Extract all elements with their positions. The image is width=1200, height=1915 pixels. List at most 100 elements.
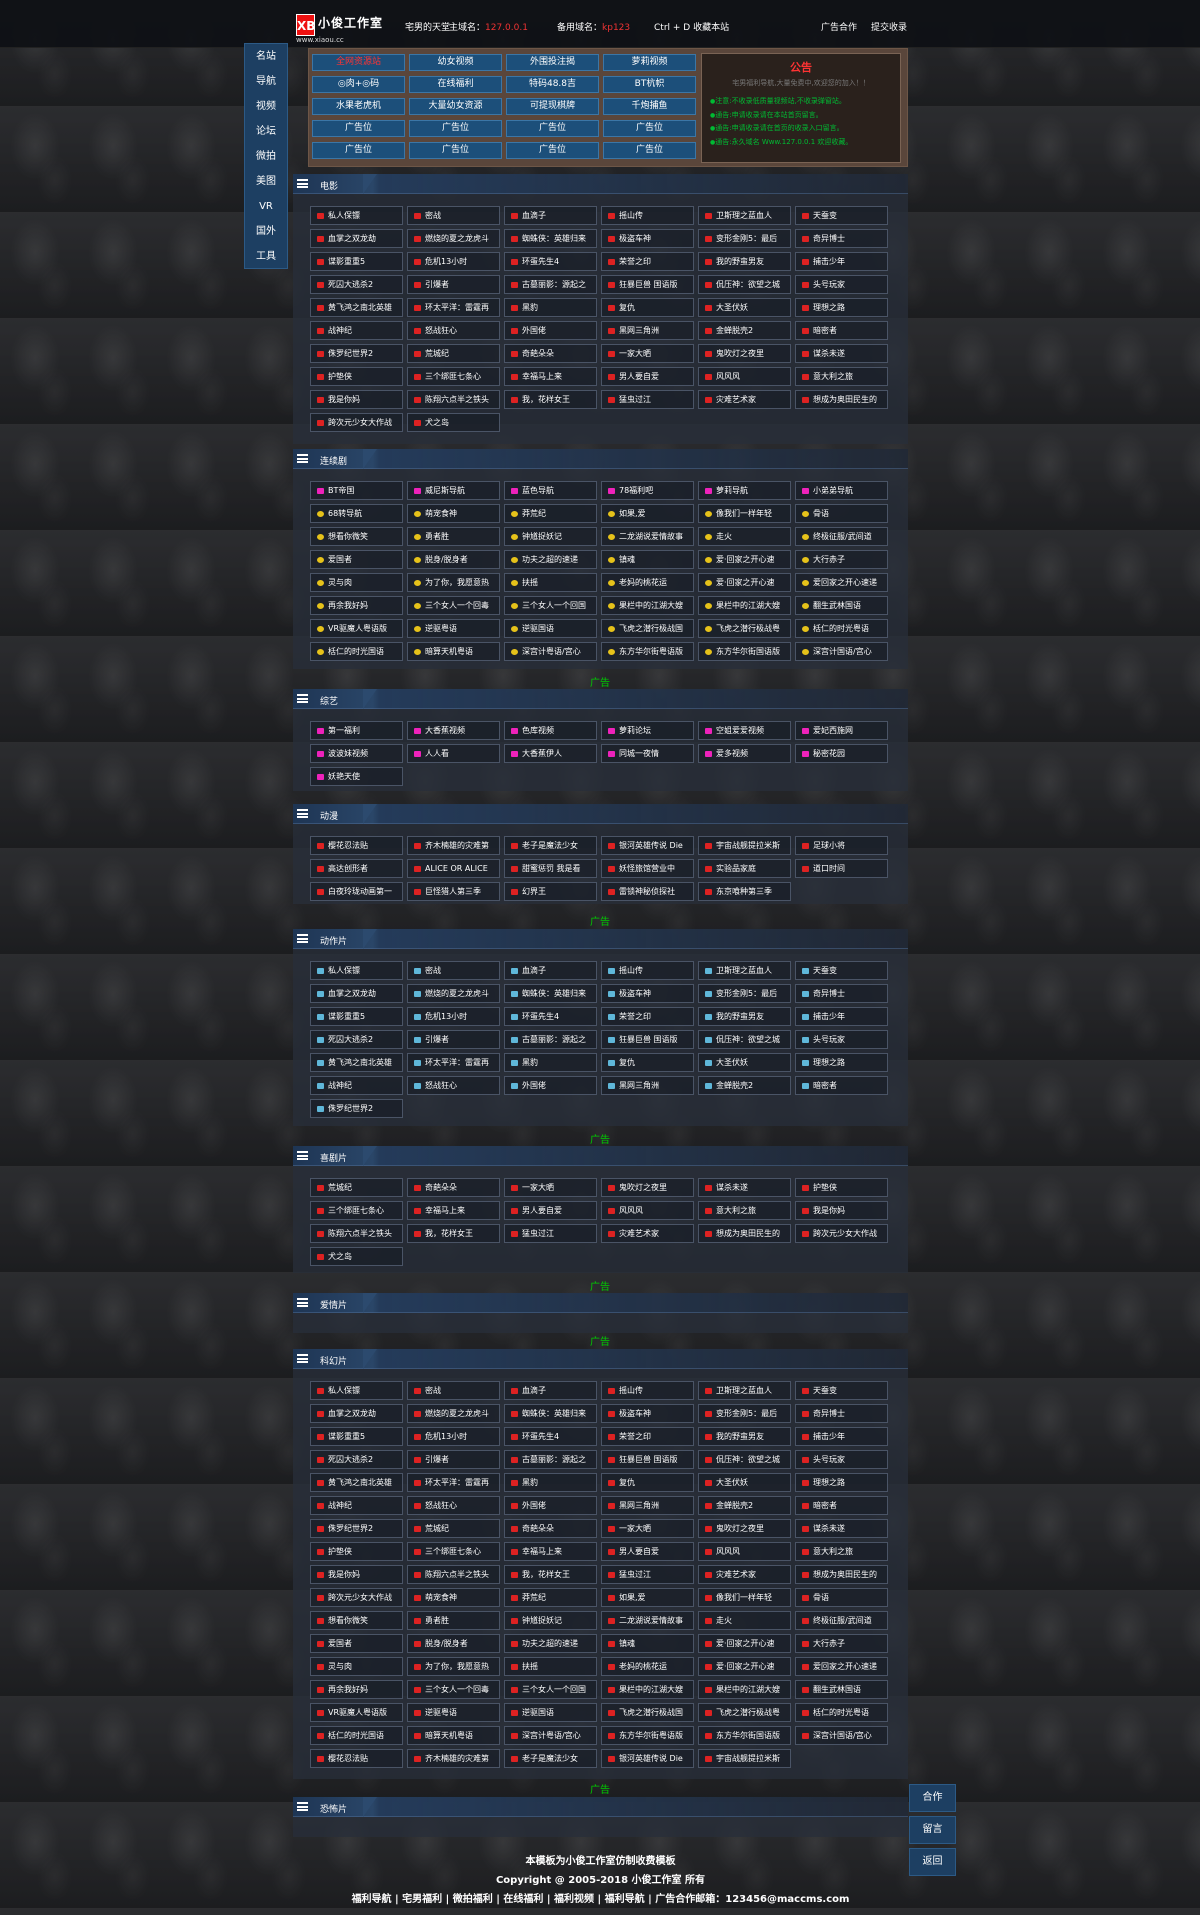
- video-link[interactable]: 环太平洋：雷霆再: [407, 298, 500, 317]
- video-link[interactable]: 外国佬: [504, 1496, 597, 1515]
- video-link[interactable]: 黄飞鸿之南北英雄: [310, 1053, 403, 1072]
- quick-link[interactable]: 大量幼女资源: [409, 98, 502, 115]
- video-link[interactable]: 宇宙战舰提拉米斯: [698, 836, 791, 855]
- video-link[interactable]: 爱·回家之开心速: [698, 550, 791, 569]
- video-link[interactable]: 金蝉脱壳2: [698, 1076, 791, 1095]
- video-link[interactable]: 如果,爱: [601, 504, 694, 523]
- quick-link[interactable]: 幼女视频: [409, 54, 502, 71]
- submit-link[interactable]: 提交收录: [871, 20, 907, 33]
- video-link[interactable]: 我是你妈: [310, 390, 403, 409]
- video-link[interactable]: 银河英雄传说 Die: [601, 1749, 694, 1768]
- nav-item[interactable]: 视频: [245, 94, 287, 119]
- video-link[interactable]: 萝莉论坛: [601, 721, 694, 740]
- video-link[interactable]: 三个绑匪七条心: [407, 1542, 500, 1561]
- video-link[interactable]: 波波妹视频: [310, 744, 403, 763]
- video-link[interactable]: 东方华尔街粤语版: [601, 1726, 694, 1745]
- video-link[interactable]: 大香蕉伊人: [504, 744, 597, 763]
- video-link[interactable]: 爱多视频: [698, 744, 791, 763]
- video-link[interactable]: 想成为奥田民生的: [795, 390, 888, 409]
- video-link[interactable]: 外国佬: [504, 321, 597, 340]
- video-link[interactable]: 复仇: [601, 298, 694, 317]
- video-link[interactable]: 黄飞鸿之南北英雄: [310, 298, 403, 317]
- video-link[interactable]: 侏罗纪世界2: [310, 344, 403, 363]
- video-link[interactable]: 卫斯理之蓝血人: [698, 961, 791, 980]
- video-link[interactable]: 黑网三角洲: [601, 1076, 694, 1095]
- video-link[interactable]: 骨语: [795, 504, 888, 523]
- video-link[interactable]: 脱身/脱身者: [407, 550, 500, 569]
- video-link[interactable]: 鬼吹灯之夜里: [698, 344, 791, 363]
- quick-link[interactable]: 萝莉视频: [603, 54, 696, 71]
- video-link[interactable]: 萌宠食神: [407, 504, 500, 523]
- video-link[interactable]: 栝仁的时光国语: [310, 1726, 403, 1745]
- video-link[interactable]: 荣誉之印: [601, 1007, 694, 1026]
- video-link[interactable]: 荒城纪: [310, 1178, 403, 1197]
- video-link[interactable]: 谋杀未遂: [698, 1178, 791, 1197]
- video-link[interactable]: 意大利之旅: [698, 1201, 791, 1220]
- video-link[interactable]: 爱·回家之开心速: [698, 573, 791, 592]
- video-link[interactable]: 摇山传: [601, 206, 694, 225]
- video-link[interactable]: 谍影重重5: [310, 1427, 403, 1446]
- video-link[interactable]: 侃压神：欲望之城: [698, 275, 791, 294]
- video-link[interactable]: 萌宠食神: [407, 1588, 500, 1607]
- video-link[interactable]: 钟馗捉妖记: [504, 1611, 597, 1630]
- video-link[interactable]: 蜘蛛侠：英雄归来: [504, 229, 597, 248]
- video-link[interactable]: 空姐爱爱视频: [698, 721, 791, 740]
- video-link[interactable]: 果栏中的江湖大嫂: [601, 1680, 694, 1699]
- video-link[interactable]: 深宫计国语/宫心: [795, 642, 888, 661]
- video-link[interactable]: 血滴子: [504, 206, 597, 225]
- video-link[interactable]: 威尼斯导航: [407, 481, 500, 500]
- quick-link[interactable]: BT杭帜: [603, 76, 696, 93]
- video-link[interactable]: 暗密者: [795, 321, 888, 340]
- video-link[interactable]: 功夫之超的速递: [504, 1634, 597, 1653]
- video-link[interactable]: 我，花样女王: [504, 1565, 597, 1584]
- video-link[interactable]: 黑网三角洲: [601, 321, 694, 340]
- video-link[interactable]: 环太平洋：雷霆再: [407, 1473, 500, 1492]
- video-link[interactable]: 同城一夜情: [601, 744, 694, 763]
- video-link[interactable]: 暗算天机粤语: [407, 1726, 500, 1745]
- video-link[interactable]: 一家大晒: [601, 344, 694, 363]
- video-link[interactable]: 灾难艺术家: [698, 1565, 791, 1584]
- video-link[interactable]: 黑网三角洲: [601, 1496, 694, 1515]
- ad-slot[interactable]: 广告位: [506, 142, 599, 159]
- video-link[interactable]: 二龙湖说爱情故事: [601, 1611, 694, 1630]
- video-link[interactable]: 犬之岛: [407, 413, 500, 432]
- video-link[interactable]: 如果,爱: [601, 1588, 694, 1607]
- video-link[interactable]: 逆驱粤语: [407, 1703, 500, 1722]
- ad-label[interactable]: 广告: [590, 1278, 610, 1293]
- video-link[interactable]: 道口时间: [795, 859, 888, 878]
- video-link[interactable]: 卫斯理之蓝血人: [698, 206, 791, 225]
- video-link[interactable]: 头号玩家: [795, 1030, 888, 1049]
- video-link[interactable]: 飞虎之潜行极战粤: [698, 619, 791, 638]
- video-link[interactable]: 侏罗纪世界2: [310, 1519, 403, 1538]
- video-link[interactable]: 人人看: [407, 744, 500, 763]
- nav-item[interactable]: 工具: [245, 244, 287, 269]
- video-link[interactable]: 老妈的桃花运: [601, 573, 694, 592]
- quick-link[interactable]: 可提现棋牌: [506, 98, 599, 115]
- video-link[interactable]: VR驱魔人粤语版: [310, 1703, 403, 1722]
- video-link[interactable]: 危机13小时: [407, 252, 500, 271]
- video-link[interactable]: 飞虎之潜行极战国: [601, 619, 694, 638]
- video-link[interactable]: 跨次元少女大作战: [310, 413, 403, 432]
- video-link[interactable]: 天蚕变: [795, 961, 888, 980]
- nav-item[interactable]: 微拍: [245, 144, 287, 169]
- video-link[interactable]: 变形金刚5：最后: [698, 229, 791, 248]
- ad-label[interactable]: 广告: [590, 674, 610, 689]
- video-link[interactable]: 想看你微笑: [310, 527, 403, 546]
- video-link[interactable]: 血滴子: [504, 1381, 597, 1400]
- video-link[interactable]: 我是你妈: [795, 1201, 888, 1220]
- video-link[interactable]: 为了你，我愿意热: [407, 573, 500, 592]
- quick-link[interactable]: 水果老虎机: [312, 98, 405, 115]
- video-link[interactable]: 谍影重重5: [310, 1007, 403, 1026]
- video-link[interactable]: 老子是魔法少女: [504, 1749, 597, 1768]
- video-link[interactable]: 跨次元少女大作战: [795, 1224, 888, 1243]
- video-link[interactable]: 逆驱国语: [504, 1703, 597, 1722]
- ad-slot[interactable]: 广告位: [603, 120, 696, 137]
- back-button[interactable]: 返回: [909, 1848, 956, 1876]
- video-link[interactable]: 环蛋先生4: [504, 1427, 597, 1446]
- video-link[interactable]: 男人要自爱: [601, 367, 694, 386]
- video-link[interactable]: 一家大晒: [601, 1519, 694, 1538]
- video-link[interactable]: 环蛋先生4: [504, 252, 597, 271]
- video-link[interactable]: 意大利之旅: [795, 1542, 888, 1561]
- video-link[interactable]: 为了你，我愿意热: [407, 1657, 500, 1676]
- video-link[interactable]: 银河英雄传说 Die: [601, 836, 694, 855]
